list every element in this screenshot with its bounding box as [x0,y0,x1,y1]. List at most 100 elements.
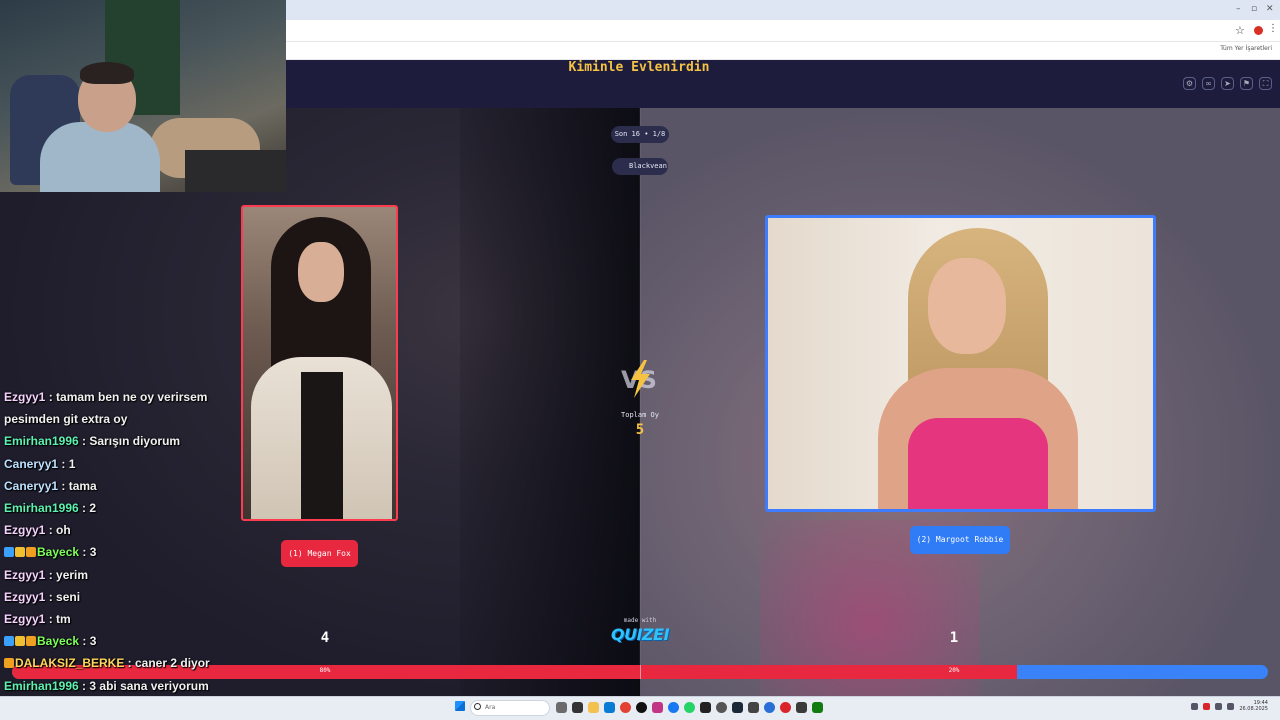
photo-shape [928,258,1006,354]
chat-message: Ezgyy1 : tm [4,612,71,626]
header-actions: ⚙ ∞ ➤ ⚑ ⛶ [1183,77,1272,90]
chrome-icon[interactable] [620,702,631,713]
chat-message: DALAKSIZ_BERKE : caner 2 diyor [4,656,210,670]
chat-text: : tamam ben ne oy verirsem [45,390,208,404]
window-minimize-button[interactable]: – [1236,4,1241,14]
candidate-card-right[interactable] [765,215,1156,512]
chat-message: Emirhan1996 : 2 [4,501,96,515]
page-title: Kiminle Evlenirdin [568,60,710,75]
webcam-shape [185,150,286,192]
taskbar-app-icon[interactable] [572,702,583,713]
share-icon[interactable]: ➤ [1221,77,1234,90]
chat-message: Ezgyy1 : oh [4,523,71,537]
browser-address-bar[interactable] [286,20,1280,42]
chevron-up-icon[interactable] [1191,702,1199,710]
chat-username[interactable]: Ezgyy1 [4,523,45,537]
taskbar-app-icon[interactable] [764,702,775,713]
windows-start-icon[interactable] [455,701,465,711]
chat-username[interactable]: Ezgyy1 [4,390,45,404]
link-icon[interactable]: ∞ [1202,77,1215,90]
chat-message: Emirhan1996 : Sarışın diyorum [4,434,180,448]
screen: – ▫ ✕ ☆ ⋮ Tüm Yer İşaretleri Kiminle Evl… [0,0,1280,720]
xbox-icon[interactable] [812,702,823,713]
chat-username[interactable]: Ezgyy1 [4,612,45,626]
chat-username[interactable]: Caneryy1 [4,479,58,493]
chat-text: : 3 abi sana veriyorum [78,678,209,693]
chat-text: : 2 [78,501,97,515]
streamer-webcam [0,0,286,192]
whatsapp-icon[interactable] [684,702,695,713]
round-indicator: Son 16 • 1/8 [611,126,669,143]
chat-badge-icon [15,547,25,558]
taskbar-search-input[interactable]: Ara [470,700,550,716]
chat-text: : oh [45,523,71,538]
chat-text: : tama [58,478,97,493]
bookmark-star-icon[interactable]: ☆ [1235,24,1245,37]
instagram-icon[interactable] [652,702,663,713]
steam-icon[interactable] [732,702,743,713]
chat-text: : yerim [45,567,89,582]
candidate-card-left[interactable] [241,205,398,521]
taskbar-clock[interactable]: 19:44 26.08.2025 [1239,700,1268,712]
vote-button-left[interactable]: (1) Megan Fox [281,540,358,567]
chat-message: pesimden git extra oy [4,412,127,426]
photo-shape [301,372,343,519]
creator-badge[interactable]: Blackvean [612,158,668,175]
taskbar-app-icon[interactable] [796,702,807,713]
chat-username[interactable]: Ezgyy1 [4,590,45,604]
chat-username[interactable]: Emirhan1996 [4,679,79,693]
bookmarks-bar [286,42,1280,60]
chat-text: : 3 [79,634,97,649]
vote-count-left: 4 [320,630,330,646]
edge-icon[interactable] [604,702,615,713]
flag-icon[interactable]: ⚑ [1240,77,1253,90]
window-maximize-button[interactable]: ▫ [1251,4,1257,14]
chat-username[interactable]: Bayeck [37,545,79,559]
taskbar-app-icon[interactable] [700,702,711,713]
chat-text: : 1 [58,456,76,471]
clock-date: 26.08.2025 [1239,706,1268,712]
chat-username[interactable]: Ezgyy1 [4,568,45,582]
chat-badge-icon [4,547,14,558]
window-close-button[interactable]: ✕ [1266,4,1274,14]
volume-icon[interactable] [1227,702,1235,710]
taskbar-app-icon[interactable] [780,702,791,713]
settings-icon[interactable]: ⚙ [1183,77,1196,90]
taskbar-app-icon[interactable] [636,702,647,713]
facebook-icon[interactable] [668,702,679,713]
taskbar-app-icon[interactable] [716,702,727,713]
chat-badge-icon [26,547,36,558]
chat-username[interactable]: Bayeck [37,634,79,648]
chat-username[interactable]: Emirhan1996 [4,434,79,448]
chat-text: : Sarışın diyorum [78,434,181,449]
vote-button-right[interactable]: (2) Margoot Robbie [910,526,1010,554]
chat-username[interactable]: DALAKSIZ_BERKE [15,656,124,670]
all-bookmarks-link[interactable]: Tüm Yer İşaretleri [1220,45,1272,52]
tray-app-icon[interactable] [1203,702,1211,710]
chat-username[interactable]: Caneryy1 [4,457,58,471]
taskbar-apps [556,702,823,713]
chat-message: Ezgyy1 : seni [4,590,80,604]
webcam-shape [40,122,160,192]
browser-menu-icon[interactable]: ⋮ [1268,23,1278,34]
chat-text: : tm [45,612,71,626]
taskbar-app-icon[interactable] [556,702,567,713]
fullscreen-icon[interactable]: ⛶ [1259,77,1272,90]
chat-badge-icon [26,636,36,647]
extension-icon[interactable] [1254,26,1263,35]
vote-count-right: 1 [949,630,959,646]
vote-percent-left: 80% [319,667,331,674]
quizei-logo[interactable]: QUIZEI [600,625,680,644]
chat-text: pesimden git extra oy [4,412,128,427]
webcam-shape [80,62,134,84]
folder-icon[interactable] [588,702,599,713]
system-tray: 19:44 26.08.2025 [1191,700,1268,712]
photo-shape [908,418,1048,509]
chat-text: : caner 2 diyor [124,656,210,671]
network-icon[interactable] [1215,702,1223,710]
chat-username[interactable]: Emirhan1996 [4,501,79,515]
search-icon [474,703,481,710]
vote-percent-right: 20% [948,667,960,674]
taskbar-app-icon[interactable] [748,702,759,713]
chat-message: Ezgyy1 : yerim [4,568,88,582]
